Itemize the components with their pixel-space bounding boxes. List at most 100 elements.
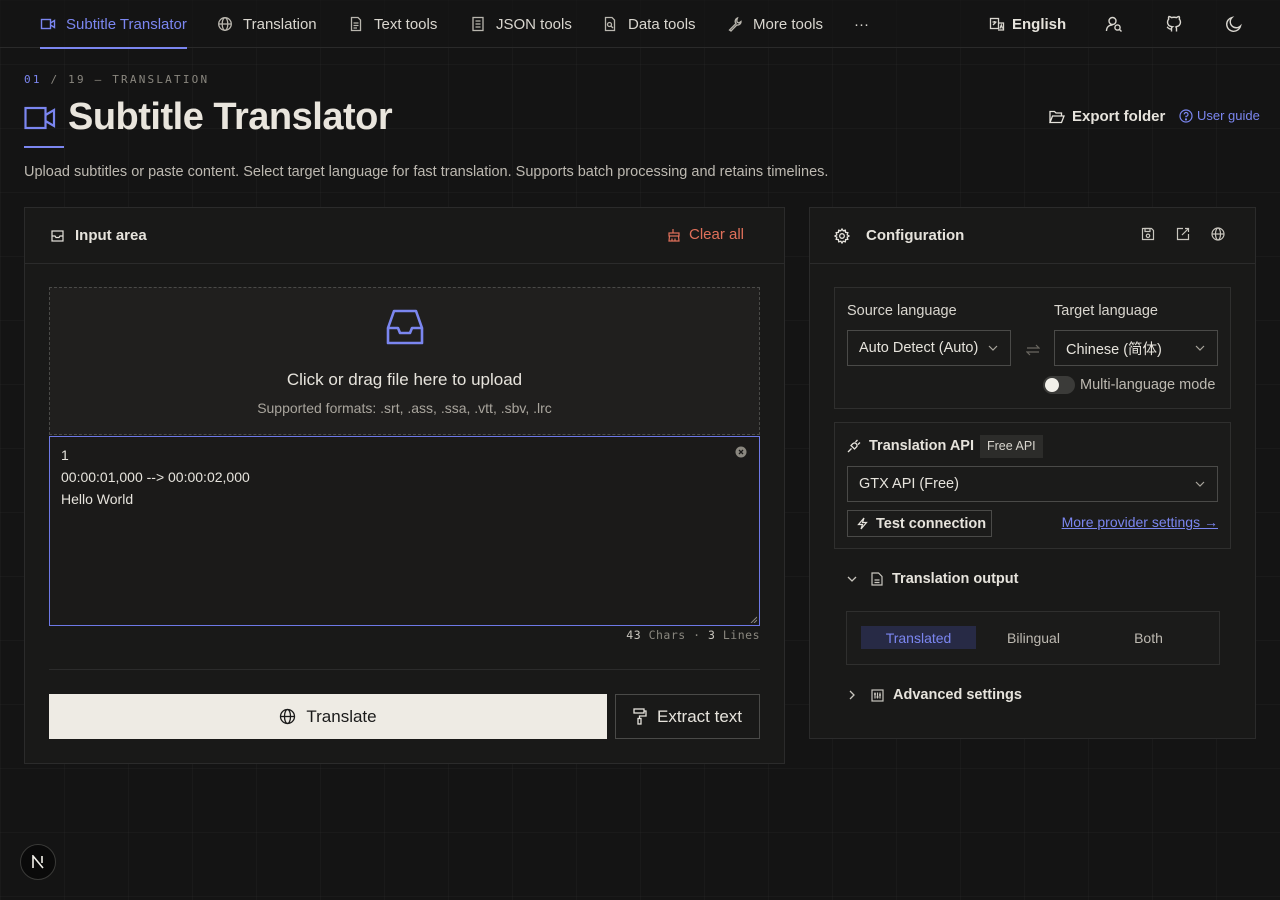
- source-language-value: Auto Detect (Auto): [859, 340, 979, 356]
- nav-tab-more-tools[interactable]: More tools: [727, 0, 823, 48]
- github-button[interactable]: [1165, 0, 1183, 48]
- breadcrumb-number: 01: [24, 73, 42, 86]
- translation-api-box: Translation API Free API GTX API (Free) …: [834, 422, 1231, 549]
- multi-language-label: Multi-language mode: [1080, 377, 1216, 393]
- nav-tab-label: Text tools: [374, 15, 438, 33]
- output-mode-selector: Translated Bilingual Both: [846, 611, 1220, 665]
- input-panel-title: Input area: [75, 227, 147, 244]
- configuration-panel: Configuration Source language Target lan…: [809, 207, 1256, 739]
- more-provider-settings-link[interactable]: More provider settings →: [1062, 514, 1218, 530]
- output-option-label: Bilingual: [1007, 629, 1060, 646]
- user-guide-link[interactable]: User guide: [1179, 108, 1260, 123]
- nav-tab-label: JSON tools: [496, 15, 572, 33]
- test-connection-button[interactable]: Test connection: [847, 510, 992, 537]
- save-icon: [1141, 227, 1155, 241]
- save-config-button[interactable]: [1141, 227, 1161, 247]
- paint-roller-icon: [633, 708, 647, 725]
- translate-icon: [989, 17, 1005, 31]
- advanced-settings-toggle[interactable]: Advanced settings: [847, 687, 1022, 703]
- page-heading: Subtitle Translator: [24, 96, 393, 139]
- target-language-select[interactable]: Chinese (简体): [1054, 330, 1218, 366]
- resize-handle-icon[interactable]: [750, 616, 757, 623]
- text-stats: 43 Chars · 3 Lines: [626, 628, 760, 642]
- nav-tab-label: Subtitle Translator: [66, 15, 187, 33]
- video-icon: [24, 106, 56, 129]
- subtitle-text-editor[interactable]: 1 00:00:01,000 --> 00:00:02,000 Hello Wo…: [49, 436, 760, 626]
- nextjs-logo-icon: [32, 855, 44, 869]
- help-circle-icon: [1179, 108, 1193, 123]
- nav-tab-json-tools[interactable]: JSON tools: [470, 0, 572, 48]
- clear-all-label: Clear all: [689, 226, 745, 243]
- output-option-translated[interactable]: Translated: [861, 626, 976, 649]
- nav-tab-subtitle-translator[interactable]: Subtitle Translator: [40, 0, 187, 49]
- translation-api-select[interactable]: GTX API (Free): [847, 466, 1218, 502]
- config-panel-title: Configuration: [866, 227, 965, 244]
- user-guide-label: User guide: [1197, 108, 1260, 123]
- nav-tab-label: Translation: [243, 15, 317, 33]
- breadcrumb: 01 / 19 — TRANSLATION: [24, 73, 209, 86]
- extract-text-label: Extract text: [656, 706, 743, 726]
- translation-output-toggle[interactable]: Translation output: [847, 571, 1018, 587]
- sliders-icon: [871, 688, 884, 702]
- inbox-icon: [51, 229, 64, 242]
- editor-line: 1: [61, 447, 69, 463]
- theme-toggle-button[interactable]: [1225, 0, 1243, 48]
- chevron-down-icon: [988, 345, 998, 351]
- dropzone-title: Click or drag file here to upload: [286, 370, 523, 389]
- page-title: Subtitle Translator: [68, 96, 393, 138]
- globe-icon: [1211, 227, 1225, 241]
- nav-tab-data-tools[interactable]: Data tools: [602, 0, 696, 48]
- user-profile-button[interactable]: [1105, 0, 1123, 48]
- chevron-down-icon: [847, 576, 857, 582]
- file-upload-dropzone[interactable]: Click or drag file here to upload Suppor…: [49, 287, 760, 435]
- output-option-both[interactable]: Both: [1091, 626, 1206, 649]
- nav-tab-label: More tools: [753, 15, 824, 33]
- output-option-bilingual[interactable]: Bilingual: [976, 626, 1091, 649]
- clear-all-button[interactable]: Clear all: [667, 226, 744, 243]
- clear-text-icon[interactable]: [735, 446, 747, 458]
- export-folder-label: Export folder: [1072, 108, 1166, 125]
- breadcrumb-text: / 19 — TRANSLATION: [41, 73, 210, 86]
- inbox-upload-icon: [386, 309, 424, 345]
- nav-more-menu[interactable]: ···: [854, 0, 869, 48]
- plug-icon: [847, 439, 861, 453]
- translate-button[interactable]: Translate: [49, 694, 607, 739]
- target-language-value: Chinese (简体): [1066, 341, 1162, 358]
- divider: [49, 669, 760, 670]
- language-config-button[interactable]: [1211, 227, 1231, 247]
- video-icon: [40, 18, 56, 30]
- nav-tab-text-tools[interactable]: Text tools: [348, 0, 437, 48]
- file-icon: [871, 572, 883, 586]
- export-folder-button[interactable]: Export folder: [1049, 108, 1165, 125]
- swap-languages-icon[interactable]: [1026, 344, 1040, 356]
- stats-separator: ·: [693, 628, 708, 642]
- source-language-select[interactable]: Auto Detect (Auto): [847, 330, 1011, 366]
- test-connection-label: Test connection: [876, 515, 987, 532]
- source-language-label: Source language: [847, 303, 957, 319]
- language-switcher[interactable]: English: [989, 0, 1066, 48]
- lines-label: Lines: [722, 628, 760, 642]
- globe-icon: [280, 708, 296, 725]
- toggle-knob: [1045, 378, 1059, 392]
- github-icon: [1166, 15, 1182, 32]
- json-icon: [472, 16, 484, 32]
- output-option-label: Both: [1134, 629, 1163, 646]
- translate-label: Translate: [306, 706, 377, 726]
- chars-label: Chars: [648, 628, 686, 642]
- folder-open-icon: [1049, 110, 1065, 123]
- extract-text-button[interactable]: Extract text: [615, 694, 760, 739]
- moon-icon: [1226, 16, 1242, 32]
- input-panel-header: Input area Clear all: [25, 208, 784, 264]
- more-dots-icon: ···: [854, 15, 869, 33]
- import-config-button[interactable]: [1176, 227, 1196, 247]
- char-count: 43: [626, 628, 642, 642]
- title-underline: [24, 146, 64, 148]
- config-panel-header: Configuration: [810, 208, 1255, 264]
- target-language-label: Target language: [1054, 303, 1158, 319]
- output-option-label: Translated: [885, 629, 952, 646]
- language-label: English: [1012, 15, 1067, 33]
- multi-language-toggle[interactable]: [1043, 376, 1075, 394]
- nextjs-dev-badge[interactable]: [20, 844, 56, 880]
- nav-tab-translation[interactable]: Translation: [217, 0, 317, 48]
- language-settings-box: Source language Target language Auto Det…: [834, 287, 1231, 409]
